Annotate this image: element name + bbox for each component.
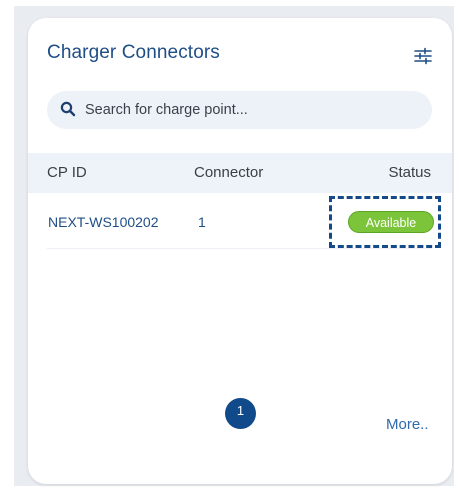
column-header-cp-id: CP ID bbox=[47, 164, 87, 181]
card-title: Charger Connectors bbox=[47, 42, 220, 63]
column-header-connector: Connector bbox=[194, 164, 264, 181]
search-icon bbox=[60, 101, 76, 117]
table-header: CP ID Connector Status bbox=[28, 153, 452, 193]
status-badge: Available bbox=[348, 211, 434, 233]
more-link[interactable]: More.. bbox=[386, 416, 429, 433]
pagination-page-1[interactable]: 1 bbox=[225, 398, 256, 429]
cell-connector: 1 bbox=[198, 214, 206, 230]
column-header-status: Status bbox=[388, 164, 431, 181]
search-bar[interactable] bbox=[47, 91, 432, 129]
charger-connectors-card: Charger Connectors CP ID Connector Statu… bbox=[28, 18, 452, 484]
search-input[interactable] bbox=[85, 91, 415, 129]
cell-cp-id: NEXT-WS100202 bbox=[48, 214, 159, 230]
sliders-icon bbox=[414, 47, 432, 65]
filter-button[interactable] bbox=[411, 44, 435, 68]
